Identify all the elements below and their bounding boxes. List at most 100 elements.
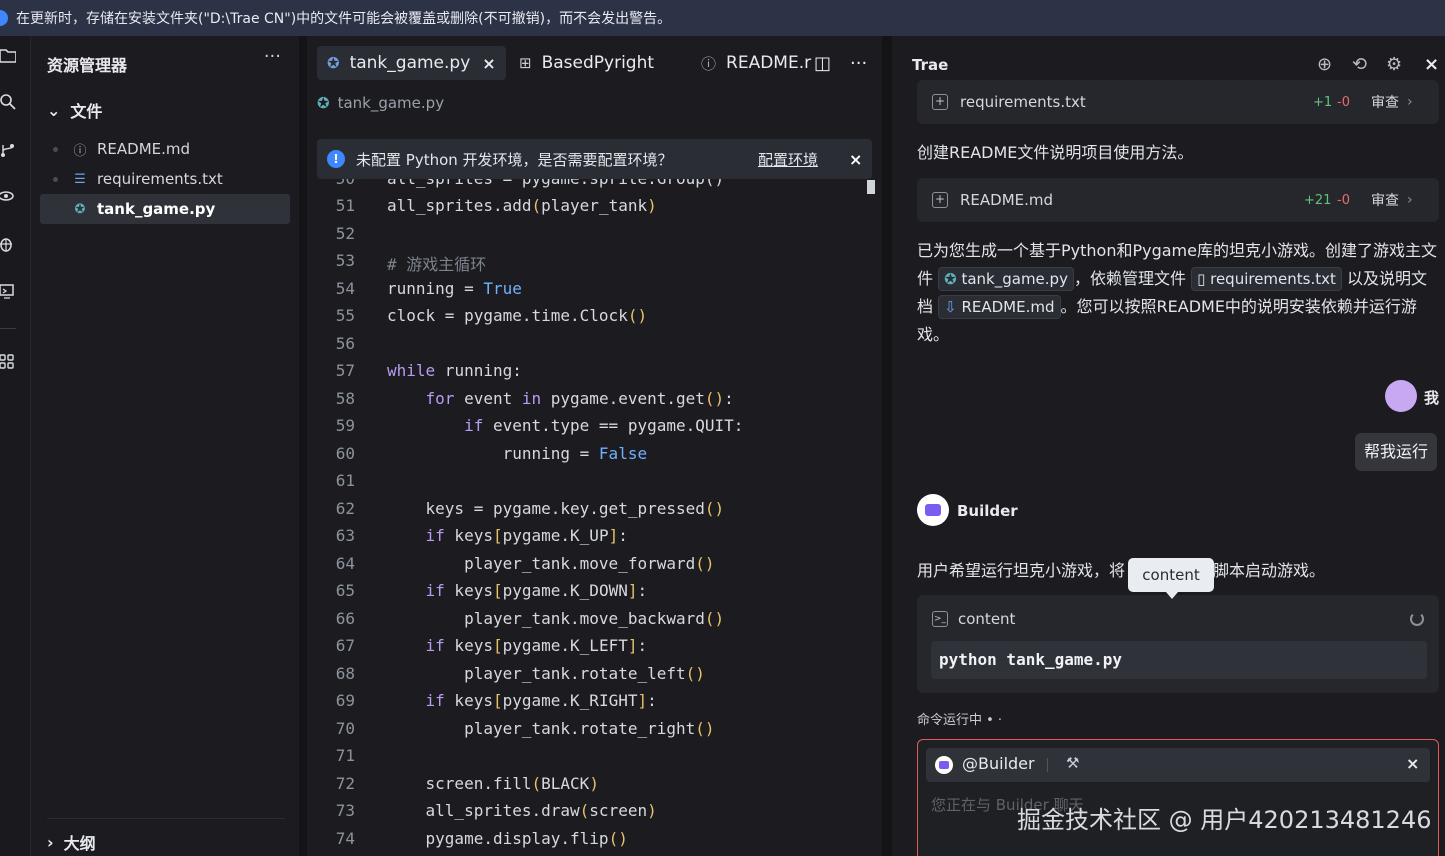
review-button[interactable]: 审查 bbox=[1371, 190, 1399, 210]
gear-icon[interactable]: ⚙ bbox=[1386, 54, 1402, 75]
files-section-header[interactable]: ⌄ 文件 bbox=[47, 98, 102, 122]
command-status: 命令运行中 • · bbox=[917, 713, 1003, 728]
line-number: 59 bbox=[335, 416, 355, 435]
builder-name: Builder bbox=[957, 502, 1018, 520]
file-change-card-requirements[interactable]: + requirements.txt +1 -0 审查 › bbox=[917, 80, 1439, 124]
explorer-icon[interactable] bbox=[0, 48, 18, 66]
terminal-command-card: >_ content python tank_game.py bbox=[917, 595, 1439, 693]
line-number: 54 bbox=[335, 279, 355, 298]
python-env-banner: ! 未配置 Python 开发环境，是否需要配置环境？ 配置环境 × bbox=[317, 139, 872, 179]
update-notification-bar: 在更新时，存储在安装文件夹("D:\Trae CN")中的文件可能会被覆盖或删除… bbox=[0, 0, 1445, 36]
explorer-panel: 资源管理器 ··· ⌄ 文件 ⓘ README.md ☰ requirement… bbox=[31, 36, 299, 856]
file-chip-readme[interactable]: ⇩ README.md bbox=[938, 295, 1061, 319]
terminal-title: content bbox=[958, 610, 1016, 628]
code-line: keys = pygame.key.get_pressed() bbox=[387, 499, 725, 518]
more-actions-icon[interactable]: ··· bbox=[264, 46, 281, 67]
python-file-icon: ✪ bbox=[327, 54, 340, 72]
code-line: pygame.display.flip() bbox=[387, 829, 628, 848]
history-icon[interactable]: ⟲ bbox=[1352, 54, 1367, 75]
editor-tabs: ✪ tank_game.py × ⊞ BasedPyright ⓘ README… bbox=[307, 36, 882, 86]
line-number: 61 bbox=[335, 471, 355, 490]
tab-label: BasedPyright bbox=[541, 53, 655, 73]
builder-text: 用户希望运行坦克小游戏，将 bbox=[917, 561, 1126, 580]
terminal-command[interactable]: python tank_game.py bbox=[931, 641, 1427, 679]
file-item-requirements[interactable]: ☰ requirements.txt bbox=[40, 164, 290, 194]
plus-icon: + bbox=[932, 192, 948, 208]
chip-label: README.md bbox=[961, 298, 1055, 316]
source-control-icon[interactable] bbox=[0, 142, 18, 160]
code-area[interactable]: 50 51 52 53 54 55 56 57 58 59 60 61 62 6… bbox=[307, 176, 867, 856]
tooltip: content bbox=[1128, 558, 1214, 599]
close-tab-icon[interactable]: × bbox=[482, 54, 495, 73]
line-number: 55 bbox=[335, 306, 355, 325]
hammer-icon[interactable]: ⚒ bbox=[1066, 754, 1079, 772]
file-name: requirements.txt bbox=[97, 170, 223, 188]
code-line: running = False bbox=[387, 444, 648, 463]
watermark: 掘金技术社区 @ 用户420213481246 bbox=[1017, 806, 1432, 834]
change-file-name: requirements.txt bbox=[960, 93, 1086, 111]
new-chat-icon[interactable]: ⊕ bbox=[1317, 54, 1332, 75]
plus-icon: + bbox=[932, 94, 948, 110]
breadcrumb-file[interactable]: tank_game.py bbox=[338, 94, 445, 112]
review-button[interactable]: 审查 bbox=[1371, 92, 1399, 112]
code-line: if keys[pygame.K_RIGHT]: bbox=[425, 691, 657, 710]
line-number: 68 bbox=[335, 664, 355, 683]
tab-tank-game[interactable]: ✪ tank_game.py × bbox=[317, 46, 506, 80]
explorer-title: 资源管理器 bbox=[47, 56, 128, 75]
line-number: 52 bbox=[335, 224, 355, 243]
line-number: 69 bbox=[335, 691, 355, 710]
split-editor-icon[interactable]: ◫ bbox=[814, 46, 831, 80]
file-change-card-readme[interactable]: + README.md +21 -0 审查 › bbox=[917, 178, 1439, 222]
code-line: player_tank.move_forward() bbox=[387, 554, 715, 573]
search-icon[interactable] bbox=[0, 94, 18, 112]
files-section-label: 文件 bbox=[70, 102, 103, 121]
line-number: 64 bbox=[335, 554, 355, 573]
tab-basedpyright[interactable]: ⊞ BasedPyright bbox=[519, 46, 654, 80]
close-banner-icon[interactable]: × bbox=[849, 150, 862, 169]
extensions-eye-icon[interactable] bbox=[0, 188, 18, 206]
summary-text: ，依赖管理文件 bbox=[1073, 269, 1186, 288]
user-avatar bbox=[1385, 380, 1417, 412]
line-number: 57 bbox=[335, 361, 355, 380]
readme-note: 创建README文件说明项目使用方法。 bbox=[917, 143, 1194, 162]
code-editor: ✪ tank_game.py × ⊞ BasedPyright ⓘ README… bbox=[307, 36, 882, 856]
activity-bar bbox=[0, 36, 31, 856]
outline-section-header[interactable]: › 大纲 bbox=[47, 830, 96, 854]
user-message-bubble: 帮我运行 bbox=[1355, 433, 1437, 471]
code-line: if keys[pygame.K_UP]: bbox=[425, 526, 628, 545]
apps-grid-icon[interactable] bbox=[0, 354, 18, 372]
line-number: 74 bbox=[335, 829, 355, 848]
line-number: 62 bbox=[335, 499, 355, 518]
file-item-tank-game[interactable]: ✪ tank_game.py bbox=[40, 194, 290, 224]
scrollbar-thumb[interactable] bbox=[867, 180, 875, 194]
assistant-title: Trae bbox=[912, 56, 949, 74]
text-file-icon: ☰ bbox=[74, 171, 86, 187]
line-number: 71 bbox=[335, 746, 355, 765]
outline-section-label: 大纲 bbox=[63, 834, 96, 853]
breadcrumb[interactable]: ✪ tank_game.py bbox=[317, 94, 444, 112]
line-number: 70 bbox=[335, 719, 355, 738]
remote-icon[interactable] bbox=[0, 284, 18, 302]
close-mention-icon[interactable]: × bbox=[1406, 754, 1419, 773]
line-number: 73 bbox=[335, 801, 355, 820]
chip-label: requirements.txt bbox=[1210, 270, 1336, 288]
notification-text: 在更新时，存储在安装文件夹("D:\Trae CN")中的文件可能会被覆盖或删除… bbox=[16, 11, 672, 27]
line-number: 58 bbox=[335, 389, 355, 408]
builder-text: 脚本启动游戏。 bbox=[1213, 561, 1326, 580]
more-actions-icon[interactable]: ··· bbox=[850, 46, 867, 80]
chat-input-box[interactable]: @Builder ⚒ × 您正在与 Builder 聊天 bbox=[917, 739, 1439, 856]
extension-icon: ⊞ bbox=[519, 54, 532, 72]
file-item-readme[interactable]: ⓘ README.md bbox=[40, 134, 290, 164]
info-icon: ! bbox=[327, 150, 345, 168]
file-name: README.md bbox=[97, 140, 191, 158]
builder-avatar bbox=[935, 756, 953, 774]
debug-icon[interactable] bbox=[0, 236, 18, 254]
close-icon[interactable]: × bbox=[1424, 54, 1439, 75]
python-file-icon: ✪ bbox=[317, 94, 330, 112]
lines-added: +1 bbox=[1313, 94, 1333, 110]
agent-mention-bar[interactable]: @Builder ⚒ × bbox=[926, 748, 1430, 782]
configure-env-link[interactable]: 配置环境 bbox=[758, 149, 818, 170]
file-chip-requirements[interactable]: ▯ requirements.txt bbox=[1191, 267, 1342, 291]
file-chip-tank-game[interactable]: ✪ tank_game.py bbox=[938, 267, 1074, 291]
tab-readme[interactable]: ⓘ README.r bbox=[701, 46, 811, 80]
